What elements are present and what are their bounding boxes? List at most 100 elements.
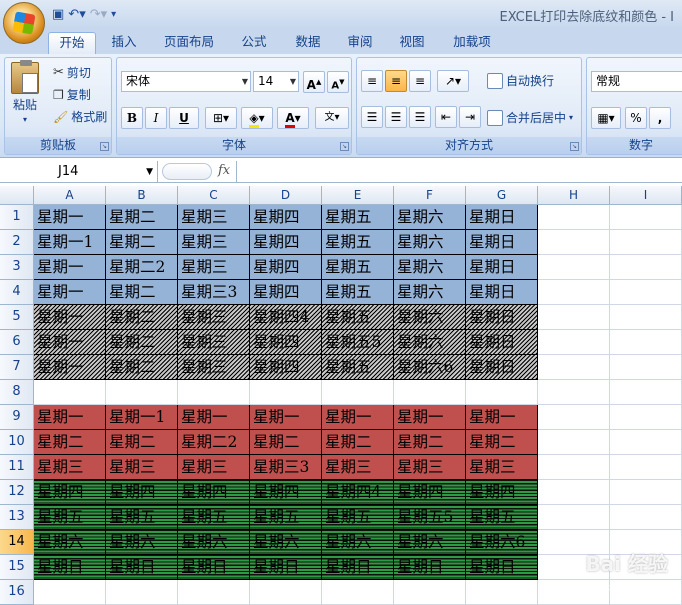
cell-h2[interactable]: [538, 230, 610, 255]
cell-a13[interactable]: 星期五: [34, 505, 106, 530]
cell-i6[interactable]: [610, 330, 682, 355]
cell-d5[interactable]: 星期四4: [250, 305, 322, 330]
cell-g5[interactable]: 星期日: [466, 305, 538, 330]
cell-f16[interactable]: [394, 580, 466, 605]
cell-a5[interactable]: 星期一: [34, 305, 106, 330]
row-header-11[interactable]: 11: [0, 455, 34, 480]
formula-input[interactable]: [236, 161, 682, 183]
cell-f11[interactable]: 星期三: [394, 455, 466, 480]
cell-f3[interactable]: 星期六: [394, 255, 466, 280]
cell-e1[interactable]: 星期五: [322, 205, 394, 230]
column-header-c[interactable]: C: [178, 186, 250, 205]
cell-a14[interactable]: 星期六: [34, 530, 106, 555]
column-header-e[interactable]: E: [322, 186, 394, 205]
cell-f2[interactable]: 星期六: [394, 230, 466, 255]
cell-b13[interactable]: 星期五: [106, 505, 178, 530]
cell-g13[interactable]: 星期五: [466, 505, 538, 530]
cell-a15[interactable]: 星期日: [34, 555, 106, 580]
cell-f1[interactable]: 星期六: [394, 205, 466, 230]
cell-g7[interactable]: 星期日: [466, 355, 538, 380]
format-painter-button[interactable]: 🖌 格式刷: [53, 108, 107, 125]
cell-d1[interactable]: 星期四: [250, 205, 322, 230]
cell-f10[interactable]: 星期二: [394, 430, 466, 455]
cell-i12[interactable]: [610, 480, 682, 505]
cell-b4[interactable]: 星期二: [106, 280, 178, 305]
cell-e7[interactable]: 星期五: [322, 355, 394, 380]
column-header-f[interactable]: F: [394, 186, 466, 205]
align-center-button[interactable]: ☰: [385, 106, 407, 128]
cell-d10[interactable]: 星期二: [250, 430, 322, 455]
cell-f14[interactable]: 星期六: [394, 530, 466, 555]
cell-a7[interactable]: 星期一: [34, 355, 106, 380]
cut-button[interactable]: ✂ 剪切: [53, 64, 91, 81]
number-format-dropdown[interactable]: 常规: [591, 71, 682, 92]
cell-h5[interactable]: [538, 305, 610, 330]
cell-e13[interactable]: 星期五: [322, 505, 394, 530]
cell-i2[interactable]: [610, 230, 682, 255]
row-header-12[interactable]: 12: [0, 480, 34, 505]
cell-d16[interactable]: [250, 580, 322, 605]
row-header-7[interactable]: 7: [0, 355, 34, 380]
spreadsheet-grid[interactable]: A B C D E F G H I 1 星期一 星期二 星期三 星期四 星期五 星期六 星期日 2 星期一1 星期二星…: [0, 186, 682, 605]
cell-d2[interactable]: 星期四: [250, 230, 322, 255]
cell-c3[interactable]: 星期三: [178, 255, 250, 280]
cell-g9[interactable]: 星期一: [466, 405, 538, 430]
italic-button[interactable]: I: [145, 107, 167, 129]
cell-c2[interactable]: 星期三: [178, 230, 250, 255]
cell-h6[interactable]: [538, 330, 610, 355]
insert-function-icon[interactable]: fx: [218, 163, 230, 178]
cell-d6[interactable]: 星期四: [250, 330, 322, 355]
column-header-b[interactable]: B: [106, 186, 178, 205]
row-header-8[interactable]: 8: [0, 380, 34, 405]
grow-font-button[interactable]: A▲: [303, 71, 325, 93]
cell-h4[interactable]: [538, 280, 610, 305]
column-header-h[interactable]: H: [538, 186, 610, 205]
office-button[interactable]: [3, 2, 45, 44]
row-header-16[interactable]: 16: [0, 580, 34, 605]
wrap-text-button[interactable]: 自动换行: [487, 72, 554, 89]
cell-c15[interactable]: 星期日: [178, 555, 250, 580]
cell-g4[interactable]: 星期日: [466, 280, 538, 305]
row-header-3[interactable]: 3: [0, 255, 34, 280]
cell-e5[interactable]: 星期五: [322, 305, 394, 330]
cell-g14[interactable]: 星期六6: [466, 530, 538, 555]
cell-h8[interactable]: [538, 380, 610, 405]
cell-g6[interactable]: 星期日: [466, 330, 538, 355]
column-header-i[interactable]: I: [610, 186, 682, 205]
cell-d11[interactable]: 星期三3: [250, 455, 322, 480]
row-header-4[interactable]: 4: [0, 280, 34, 305]
cell-b5[interactable]: 星期二: [106, 305, 178, 330]
cell-c6[interactable]: 星期三: [178, 330, 250, 355]
cell-i11[interactable]: [610, 455, 682, 480]
cell-h10[interactable]: [538, 430, 610, 455]
cell-b15[interactable]: 星期日: [106, 555, 178, 580]
cell-a4[interactable]: 星期一: [34, 280, 106, 305]
font-launcher-icon[interactable]: ↘: [340, 142, 349, 151]
align-middle-button[interactable]: ≡: [385, 70, 407, 92]
cell-c7[interactable]: 星期三: [178, 355, 250, 380]
cell-c8[interactable]: [178, 380, 250, 405]
cell-c13[interactable]: 星期五: [178, 505, 250, 530]
cell-b12[interactable]: 星期四: [106, 480, 178, 505]
row-header-6[interactable]: 6: [0, 330, 34, 355]
cell-d13[interactable]: 星期五: [250, 505, 322, 530]
cell-f13[interactable]: 星期五5: [394, 505, 466, 530]
cell-b1[interactable]: 星期二: [106, 205, 178, 230]
cell-c12[interactable]: 星期四: [178, 480, 250, 505]
column-header-d[interactable]: D: [250, 186, 322, 205]
cell-a12[interactable]: 星期四: [34, 480, 106, 505]
save-icon[interactable]: ▣: [52, 7, 64, 22]
align-bottom-button[interactable]: ≡: [409, 70, 431, 92]
row-header-1[interactable]: 1: [0, 205, 34, 230]
cell-c1[interactable]: 星期三: [178, 205, 250, 230]
cell-i8[interactable]: [610, 380, 682, 405]
cell-g10[interactable]: 星期二: [466, 430, 538, 455]
cell-d8[interactable]: [250, 380, 322, 405]
align-left-button[interactable]: ☰: [361, 106, 383, 128]
cell-b10[interactable]: 星期二: [106, 430, 178, 455]
cell-d3[interactable]: 星期四: [250, 255, 322, 280]
cell-d12[interactable]: 星期四: [250, 480, 322, 505]
cell-g12[interactable]: 星期四: [466, 480, 538, 505]
cell-e9[interactable]: 星期一: [322, 405, 394, 430]
cell-d15[interactable]: 星期日: [250, 555, 322, 580]
